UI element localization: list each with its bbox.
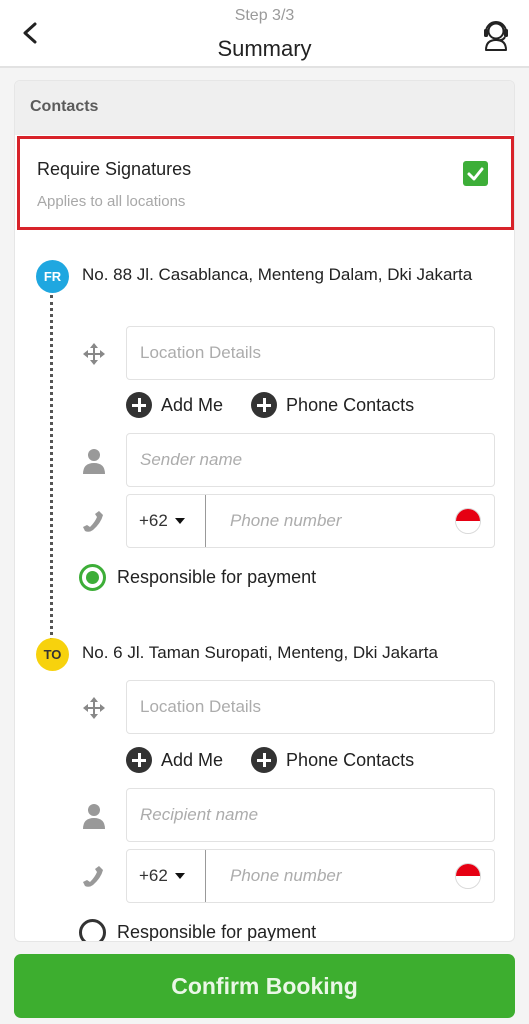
recipient-country-code-dropdown[interactable]: +62 — [127, 850, 206, 902]
pickup-address: No. 88 Jl. Casablanca, Menteng Dalam, Dk… — [82, 265, 473, 284]
recipient-name-input[interactable] — [127, 789, 494, 841]
contacts-card: Contacts Require Signatures Applies to a… — [14, 80, 515, 942]
pickup-badge: FR — [36, 260, 69, 293]
require-signatures-checkbox[interactable] — [463, 161, 488, 186]
dropoff-add-me-button[interactable]: Add Me — [126, 747, 223, 773]
pickup-contact-actions: Add Me Phone Contacts — [126, 390, 442, 420]
person-icon — [83, 804, 105, 829]
dropoff-location-details-input[interactable] — [127, 681, 494, 733]
payment-label: Responsible for payment — [117, 921, 317, 942]
country-code-value: +62 — [139, 511, 168, 530]
indonesia-flag-icon[interactable] — [455, 863, 481, 889]
phone-handset-icon — [83, 866, 103, 887]
dropoff-contact-actions: Add Me Phone Contacts — [126, 745, 442, 775]
dropoff-payment-radio-row[interactable]: Responsible for payment — [79, 917, 317, 942]
route-dotted-line — [50, 295, 53, 641]
phone-handset-icon — [83, 511, 103, 532]
radio-selected-icon[interactable] — [79, 563, 106, 591]
radio-unselected-icon[interactable] — [79, 918, 106, 941]
sender-phone-field[interactable]: +62 — [126, 494, 495, 548]
plus-circle-icon — [126, 747, 152, 773]
indonesia-flag-icon[interactable] — [455, 508, 481, 534]
plus-circle-icon — [251, 392, 278, 418]
pickup-location-details-field[interactable] — [126, 326, 495, 380]
dropoff-address: No. 6 Jl. Taman Suropati, Menteng, Dki J… — [82, 643, 438, 662]
move-arrows-icon — [83, 343, 105, 365]
plus-circle-icon — [126, 392, 152, 418]
pickup-location-details-input[interactable] — [127, 327, 494, 379]
require-signatures-row[interactable]: Require Signatures Applies to all locati… — [17, 136, 514, 230]
contacts-section-title: Contacts — [15, 81, 514, 135]
require-signatures-sublabel: Applies to all locations — [37, 193, 186, 210]
top-bar: Step 3/3 Summary — [0, 0, 529, 68]
pickup-payment-radio-row[interactable]: Responsible for payment — [79, 562, 316, 592]
pickup-phone-contacts-button[interactable]: Phone Contacts — [251, 392, 414, 418]
recipient-phone-field[interactable]: +62 — [126, 849, 495, 903]
headset-agent-icon[interactable] — [481, 16, 511, 52]
plus-circle-icon — [251, 747, 278, 773]
dropdown-caret-icon — [174, 518, 185, 524]
payment-label: Responsible for payment — [117, 566, 317, 587]
checkmark-icon — [467, 167, 484, 181]
sender-phone-input[interactable] — [207, 495, 454, 547]
confirm-booking-button[interactable]: Confirm Booking — [14, 954, 515, 1018]
country-code-value: +62 — [139, 866, 168, 885]
add-me-label: Add Me — [161, 394, 224, 415]
sender-name-field[interactable] — [126, 433, 495, 487]
recipient-phone-input[interactable] — [207, 850, 454, 902]
page-title: Summary — [217, 36, 312, 61]
recipient-name-field[interactable] — [126, 788, 495, 842]
phone-contacts-label: Phone Contacts — [286, 394, 415, 415]
dropdown-caret-icon — [174, 873, 185, 879]
require-signatures-label: Require Signatures — [37, 159, 192, 179]
step-indicator: Step 3/3 — [234, 7, 295, 24]
phone-contacts-label: Phone Contacts — [286, 749, 415, 770]
dropoff-badge: TO — [36, 638, 69, 671]
sender-name-input[interactable] — [127, 434, 494, 486]
move-arrows-icon — [83, 697, 105, 719]
add-me-label: Add Me — [161, 749, 224, 770]
sender-country-code-dropdown[interactable]: +62 — [127, 495, 206, 547]
dropoff-phone-contacts-button[interactable]: Phone Contacts — [251, 747, 414, 773]
dropoff-location-details-field[interactable] — [126, 680, 495, 734]
person-icon — [83, 449, 105, 474]
pickup-add-me-button[interactable]: Add Me — [126, 392, 223, 418]
